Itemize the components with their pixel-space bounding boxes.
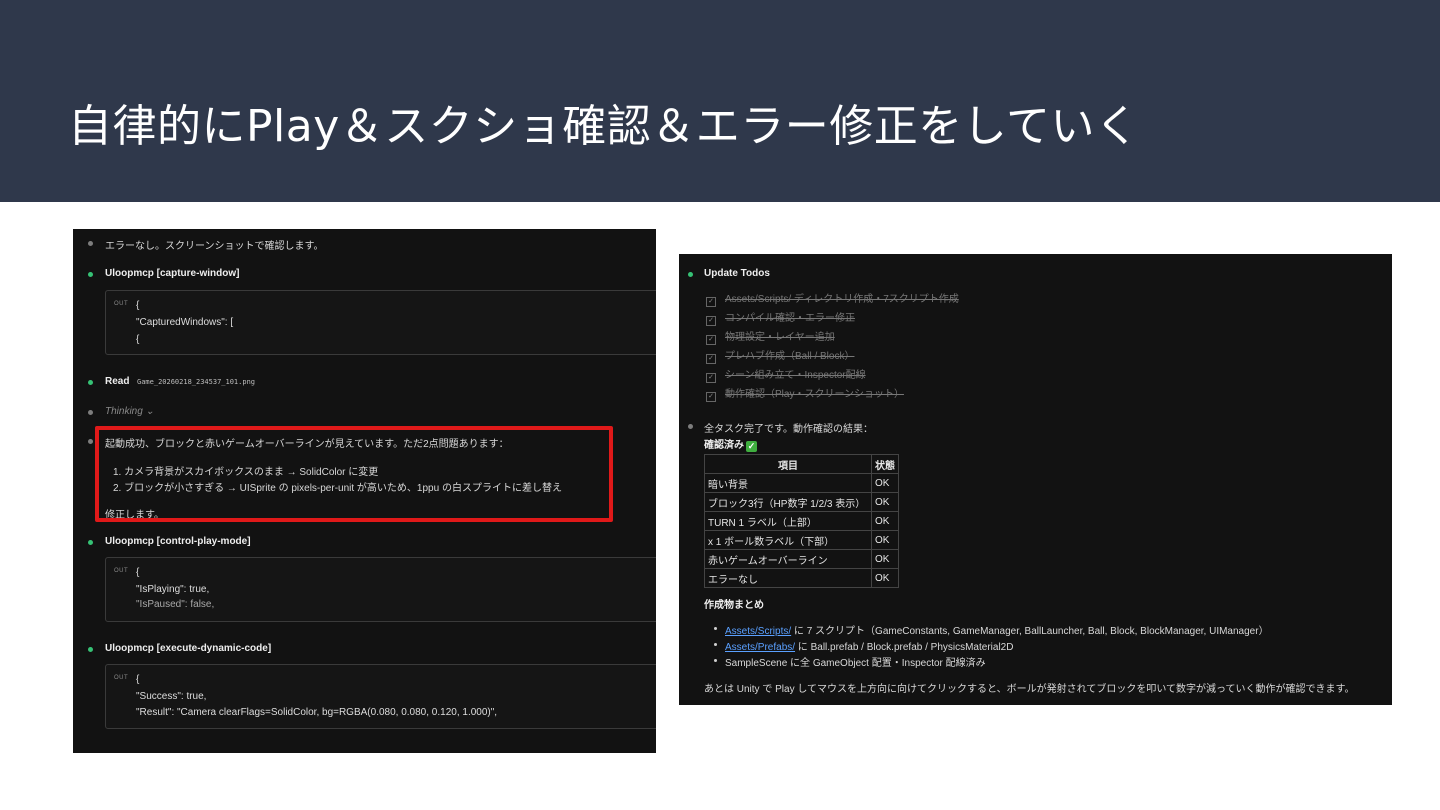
tool-status-dot <box>88 647 93 652</box>
table-header: 項目 <box>704 454 872 474</box>
tool-execute-dynamic-code[interactable]: Uloopmcp [execute-dynamic-code] <box>105 643 271 654</box>
slide-header: 自律的にPlay＆スクショ確認＆エラー修正をしていく <box>0 0 1440 202</box>
todo-item: ✓ 動作確認（Play・スクリーンショット） <box>706 385 904 402</box>
tool-capture-window[interactable]: Uloopmcp [capture-window] <box>105 268 239 279</box>
code-line: { <box>136 674 140 685</box>
checkbox-icon: ✓ <box>706 392 716 402</box>
message-no-error: エラーなし。スクリーンショットで確認します。 <box>105 241 324 252</box>
output-box-capture: OUT { "CapturedWindows": [ { <box>105 290 656 355</box>
output-box-dynamic-code: OUT { "Success": true, "Result": "Camera… <box>105 664 656 729</box>
update-todos-title: Update Todos <box>704 268 770 279</box>
checkbox-icon: ✓ <box>706 335 716 345</box>
table-row: 赤いゲームオーバーライン OK <box>704 549 899 569</box>
output-box-play-mode: OUT { "IsPlaying": true, "IsPaused": fal… <box>105 557 656 622</box>
code-line: { <box>136 300 140 311</box>
artifact-item: Assets/Scripts/ に 7 スクリプト（GameConstants,… <box>725 626 1269 637</box>
thinking-toggle[interactable]: Thinking ⌄ <box>105 406 154 417</box>
tool-status-dot <box>88 540 93 545</box>
highlight-box <box>95 426 613 522</box>
table-row: 暗い背景 OK <box>704 473 899 493</box>
link-prefabs[interactable]: Assets/Prefabs/ <box>725 642 795 653</box>
table-header: 状態 <box>871 454 899 474</box>
todo-item: ✓ コンパイル確認・エラー修正 <box>706 309 855 326</box>
todo-item: ✓ プレハブ作成（Ball / Block） <box>706 347 854 364</box>
table-row: エラーなし OK <box>704 568 899 588</box>
code-line: "Result": "Camera clearFlags=SolidColor,… <box>136 707 498 718</box>
left-screenshot-panel: エラーなし。スクリーンショットで確認します。 Uloopmcp [capture… <box>73 229 656 753</box>
output-label: OUT <box>114 568 129 574</box>
read-filename[interactable]: Game_20260218_234537_101.png <box>137 378 255 386</box>
todo-item: ✓ Assets/Scripts/ ディレクトリ作成・7スクリプト作成 <box>706 290 959 307</box>
confirmed-label: 確認済み ✓ <box>704 440 757 452</box>
table-row: ブロック3行（HP数字 1/2/3 表示） OK <box>704 492 899 512</box>
status-dot <box>688 424 693 429</box>
summary-text: 全タスク完了です。動作確認の結果： <box>704 424 873 435</box>
artifact-item: SampleScene に全 GameObject 配置・Inspector 配… <box>725 658 986 669</box>
read-status-dot <box>88 380 93 385</box>
checkbox-icon: ✓ <box>706 354 716 364</box>
chevron-down-icon: ⌄ <box>145 406 154 417</box>
checkbox-icon: ✓ <box>706 297 716 307</box>
table-header-row: 項目 状態 <box>704 454 899 474</box>
status-dot <box>88 241 93 246</box>
thinking-dot <box>88 410 93 415</box>
table-row: TURN 1 ラベル（上部） OK <box>704 511 899 531</box>
tool-status-dot <box>688 272 693 277</box>
tool-status-dot <box>88 272 93 277</box>
tool-control-play-mode[interactable]: Uloopmcp [control-play-mode] <box>105 536 251 547</box>
output-label: OUT <box>114 301 129 307</box>
checkbox-icon: ✓ <box>706 373 716 383</box>
checkbox-icon: ✓ <box>706 316 716 326</box>
closing-text: あとは Unity で Play してマウスを上方向に向けてクリックすると、ボー… <box>704 684 1355 695</box>
code-line: { <box>136 334 140 345</box>
check-mark-icon: ✓ <box>746 441 757 452</box>
status-dot <box>88 439 93 444</box>
todo-item: ✓ 物理設定・レイヤー追加 <box>706 328 835 345</box>
code-line: "CapturedWindows": [ <box>136 317 234 328</box>
bullet <box>714 643 717 646</box>
code-line: { <box>136 567 140 578</box>
bullet <box>714 659 717 662</box>
bullet <box>714 627 717 630</box>
artifact-item: Assets/Prefabs/ に Ball.prefab / Block.pr… <box>725 642 1014 653</box>
todo-item: ✓ シーン組み立て・Inspector配線 <box>706 366 866 383</box>
artifacts-heading: 作成物まとめ <box>704 600 764 611</box>
right-screenshot-panel: Update Todos ✓ Assets/Scripts/ ディレクトリ作成・7… <box>679 254 1392 705</box>
code-line: "IsPaused": false, <box>136 599 215 610</box>
read-label: Read <box>105 376 130 387</box>
link-scripts[interactable]: Assets/Scripts/ <box>725 626 791 637</box>
code-line: "IsPlaying": true, <box>136 584 210 595</box>
output-label: OUT <box>114 675 129 681</box>
slide-title: 自律的にPlay＆スクショ確認＆エラー修正をしていく <box>68 101 1140 152</box>
result-table: 項目 状態 暗い背景 OK ブロック3行（HP数字 1/2/3 表示） OK TUR… <box>704 454 899 588</box>
code-line: "Success": true, <box>136 691 207 702</box>
table-row: x 1 ボール数ラベル（下部） OK <box>704 530 899 550</box>
